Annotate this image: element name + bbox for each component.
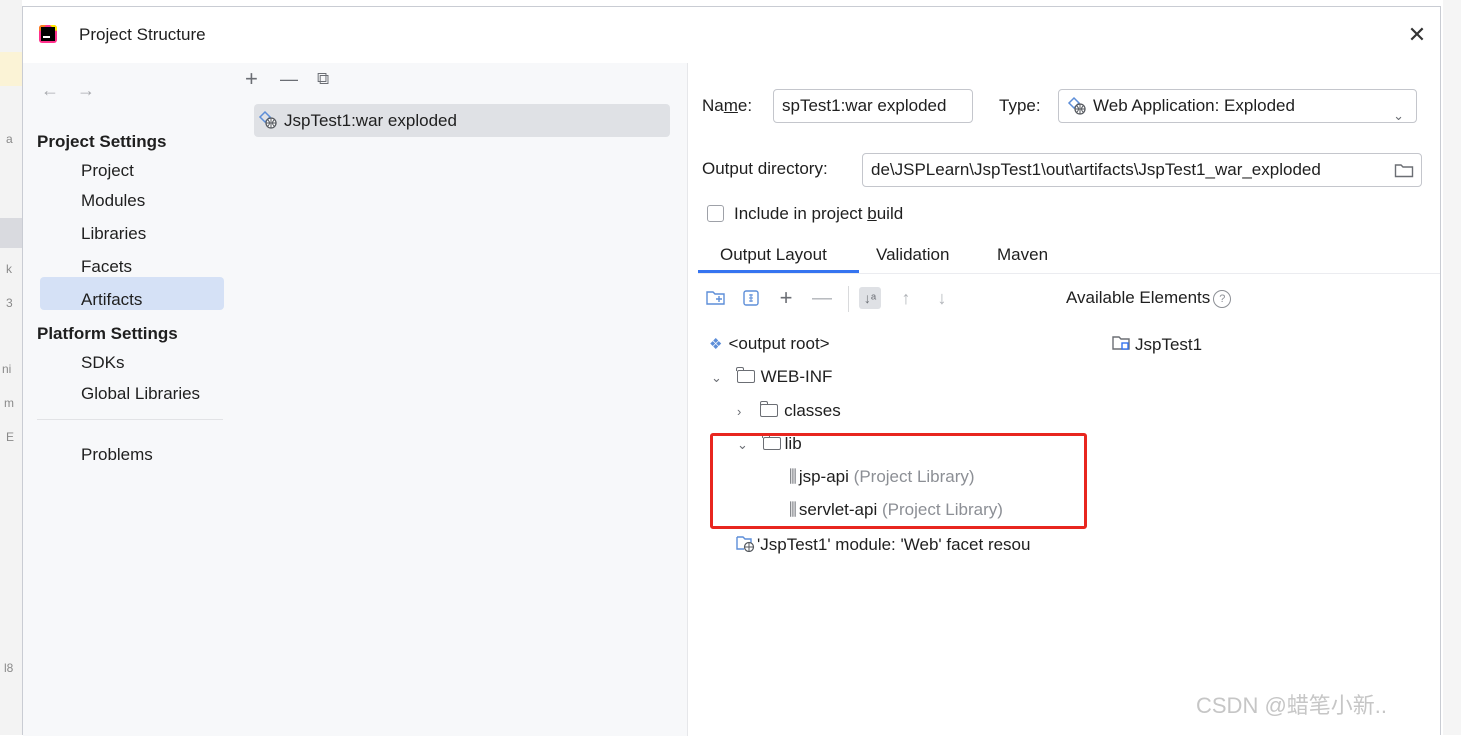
help-icon[interactable]: ? [1213, 290, 1232, 308]
background-fragment: 3 [6, 296, 13, 310]
artifacts-panel: + — ⧉ JspTest1:war exploded [236, 63, 688, 736]
type-label: Type: [999, 96, 1041, 115]
include-build-label: Include in project build [734, 204, 904, 223]
move-up-icon[interactable]: ↑ [895, 287, 917, 309]
nav-item-libraries[interactable]: Libraries [81, 224, 146, 244]
create-directory-icon[interactable] [705, 288, 727, 308]
web-facet-icon [736, 536, 755, 553]
project-settings-header: Project Settings [37, 132, 167, 151]
nav-item-project[interactable]: Project [81, 161, 134, 181]
tab-validation[interactable]: Validation [876, 245, 949, 265]
remove-artifact-button[interactable]: — [280, 65, 298, 93]
nav-item-modules[interactable]: Modules [81, 191, 145, 211]
module-folder-icon [1112, 336, 1130, 350]
background-fragment: E [6, 430, 15, 444]
background-fragment: m [4, 396, 14, 410]
chevron-down-icon: ⌄ [711, 370, 722, 385]
output-directory-label: Output directory: [702, 159, 828, 178]
create-archive-icon[interactable] [742, 289, 760, 307]
intellij-logo-icon [39, 25, 57, 43]
background-app-right [1443, 0, 1461, 735]
platform-settings-header: Platform Settings [37, 324, 178, 343]
title-bar: Project Structure ✕ [23, 7, 1440, 63]
tab-output-layout[interactable]: Output Layout [720, 245, 827, 265]
background-fragment: k [6, 262, 12, 276]
tree-facet-resources[interactable]: 'JspTest1' module: 'Web' facet resou [735, 534, 1065, 555]
close-icon[interactable]: ✕ [1403, 21, 1431, 49]
sort-alphabetically-icon[interactable]: ↓ᵃ [859, 287, 881, 309]
tree-web-inf[interactable]: ⌄ WEB-INF [711, 367, 832, 387]
nav-item-problems[interactable]: Problems [81, 445, 153, 465]
toolbar-separator [848, 286, 849, 312]
remove-element-icon[interactable]: — [811, 287, 833, 309]
output-directory-field[interactable]: de\JSPLearn\JspTest1\out\artifacts\JspTe… [862, 153, 1422, 187]
available-elements-label: Available Elements? [1066, 288, 1232, 308]
settings-nav: ← → Project Settings Project Modules Lib… [23, 63, 237, 736]
type-value: Web Application: Exploded [1093, 96, 1295, 115]
name-label: Name: [702, 96, 753, 115]
move-down-icon[interactable]: ↓ [931, 287, 953, 309]
nav-item-sdks[interactable]: SDKs [81, 353, 124, 373]
watermark: CSDN @蜡笔小新.. [1196, 693, 1388, 718]
nav-divider [37, 419, 223, 420]
folder-icon [736, 367, 755, 383]
tree-output-root[interactable]: ❖ <output root> [709, 334, 830, 354]
folder-icon [759, 401, 779, 417]
artifact-name: JspTest1:war exploded [284, 111, 457, 130]
project-structure-dialog: Project Structure ✕ ← → Project Settings… [22, 6, 1441, 736]
include-build-checkbox[interactable] [707, 205, 724, 222]
tab-separator [698, 273, 1440, 274]
tree-classes[interactable]: › classes [737, 401, 841, 421]
background-fragment: l8 [4, 661, 14, 675]
copy-artifact-button[interactable]: ⧉ [317, 65, 329, 93]
output-root-icon: ❖ [709, 336, 723, 353]
browse-folder-icon[interactable] [1394, 162, 1414, 178]
artifact-name-field[interactable]: spTest1:war exploded [773, 89, 973, 123]
chevron-right-icon: › [737, 404, 742, 419]
nav-item-global-libraries[interactable]: Global Libraries [81, 384, 200, 404]
type-combo[interactable]: Web Application: Exploded ⌄ [1058, 89, 1417, 123]
chevron-down-icon: ⌄ [1393, 108, 1404, 123]
background-fragment: a [6, 132, 13, 146]
back-arrow-icon[interactable]: ← [41, 80, 59, 101]
available-module-jsptest1[interactable]: JspTest1 [1111, 334, 1202, 355]
web-artifact-icon [258, 110, 277, 129]
tab-maven[interactable]: Maven [997, 245, 1048, 265]
background-highlight [0, 52, 22, 86]
background-fragment: ni [2, 362, 12, 376]
forward-arrow-icon[interactable]: → [77, 80, 95, 101]
annotation-highlight-box [710, 433, 1087, 529]
add-element-icon[interactable]: + [775, 287, 797, 309]
window-title: Project Structure [79, 25, 206, 44]
nav-item-artifacts[interactable]: Artifacts [81, 290, 142, 310]
background-selection [0, 218, 22, 248]
web-artifact-icon [1067, 96, 1086, 115]
add-artifact-button[interactable]: + [245, 65, 258, 93]
nav-item-facets[interactable]: Facets [81, 257, 132, 277]
